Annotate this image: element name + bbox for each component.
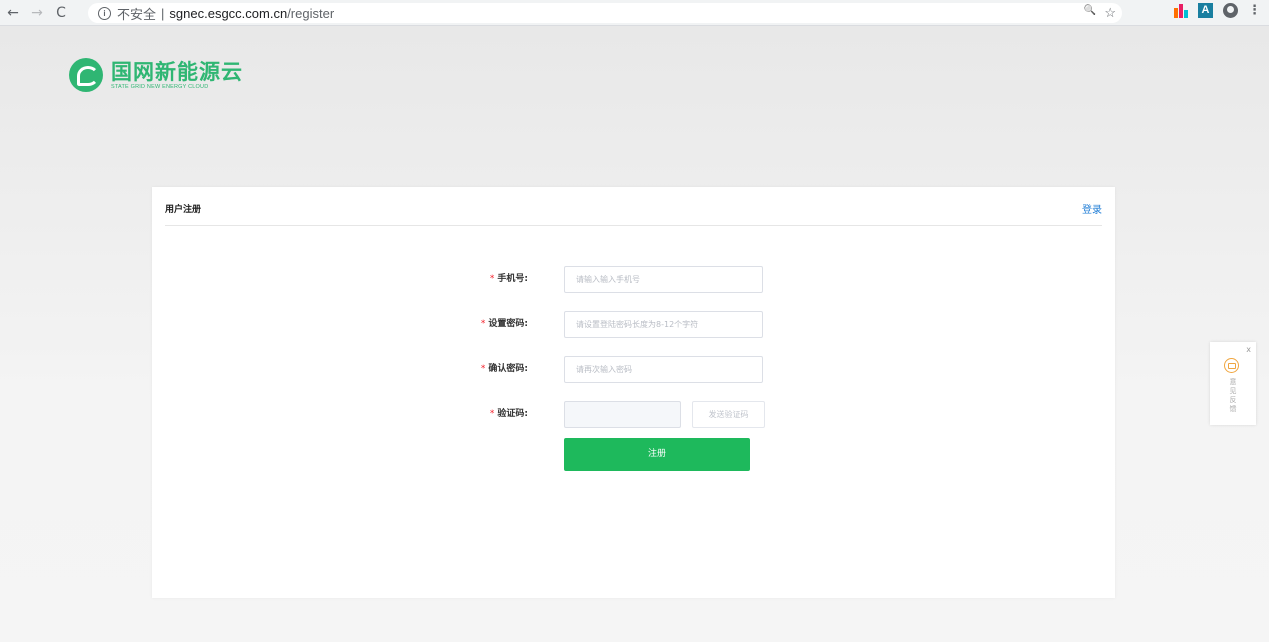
feedback-widget[interactable]: x 意 见 反 馈 xyxy=(1210,342,1256,425)
logo-text: 国网新能源云 STATE GRID NEW ENERGY CLOUD xyxy=(111,61,243,90)
feedback-close-icon[interactable]: x xyxy=(1246,345,1251,354)
phone-label: * 手机号: xyxy=(489,274,528,284)
required-mark: * xyxy=(489,274,495,284)
confirm-password-label: * 确认密码: xyxy=(480,364,528,374)
login-link[interactable]: 登录 xyxy=(1082,201,1102,216)
url-host: sgnec.esgcc.com.cn xyxy=(169,5,288,21)
reload-icon[interactable]: C xyxy=(50,5,72,21)
card-title: 用户注册 xyxy=(165,205,202,215)
code-label: * 验证码: xyxy=(489,409,528,419)
logo-mark-icon xyxy=(69,58,103,92)
info-icon[interactable]: i xyxy=(98,6,111,20)
back-icon[interactable]: ← xyxy=(2,5,24,21)
site-logo[interactable]: 国网新能源云 STATE GRID NEW ENERGY CLOUD xyxy=(69,58,243,92)
password-label: * 设置密码: xyxy=(480,319,528,329)
mail-icon xyxy=(1224,358,1239,373)
phone-input[interactable] xyxy=(564,266,763,293)
card-divider xyxy=(165,225,1102,226)
required-mark: * xyxy=(480,364,486,374)
address-bar[interactable]: i 不安全 | sgnec.esgcc.com.cn /register 🔍 ☆ xyxy=(88,3,1122,23)
confirm-password-row: * 确认密码: xyxy=(152,356,1115,383)
zoom-icon[interactable]: 🔍 xyxy=(1084,5,1096,21)
forward-icon[interactable]: → xyxy=(26,5,48,21)
required-mark: * xyxy=(480,319,486,329)
extension-a-icon[interactable]: A xyxy=(1198,3,1213,18)
url-path: /register xyxy=(287,5,335,21)
page-content: 国网新能源云 STATE GRID NEW ENERGY CLOUD 用户注册 … xyxy=(0,26,1269,642)
extensions-area: A ⋮ xyxy=(1174,3,1261,18)
logo-name-en: STATE GRID NEW ENERGY CLOUD xyxy=(111,83,209,90)
confirm-password-input[interactable] xyxy=(564,356,763,383)
profile-icon[interactable] xyxy=(1223,3,1238,18)
required-mark: * xyxy=(489,409,495,419)
password-input[interactable] xyxy=(564,311,763,338)
url-separator: | xyxy=(161,5,165,21)
register-button[interactable]: 注册 xyxy=(564,438,750,471)
logo-name-cn: 国网新能源云 xyxy=(111,59,243,84)
star-icon[interactable]: ☆ xyxy=(1104,5,1116,21)
security-label: 不安全 xyxy=(117,6,157,22)
address-bar-actions: 🔍 ☆ xyxy=(1084,5,1116,21)
feedback-label: 意 见 反 馈 xyxy=(1229,378,1237,413)
extension-icon[interactable] xyxy=(1174,3,1188,18)
browser-toolbar: ← → C i 不安全 | sgnec.esgcc.com.cn /regist… xyxy=(0,0,1269,26)
menu-icon[interactable]: ⋮ xyxy=(1248,3,1261,18)
password-row: * 设置密码: xyxy=(152,311,1115,338)
send-code-button[interactable]: 发送验证码 xyxy=(692,401,765,428)
code-row: * 验证码: 发送验证码 xyxy=(152,401,1115,428)
phone-row: * 手机号: xyxy=(152,266,1115,293)
code-input[interactable] xyxy=(564,401,681,428)
register-card: 用户注册 登录 *手机号: *设置密码: *确认密码: *验证码: 发送验证码 … xyxy=(152,187,1115,598)
